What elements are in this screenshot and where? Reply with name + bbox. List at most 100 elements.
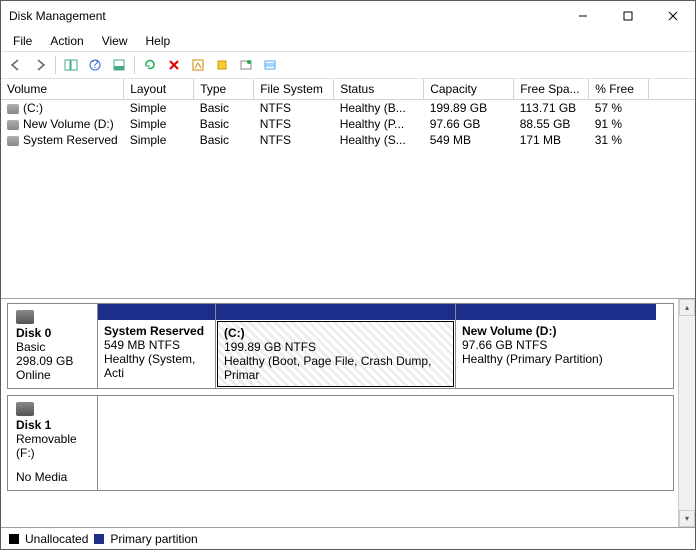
table-cell: 97.66 GB <box>424 116 514 132</box>
maximize-button[interactable] <box>605 1 650 31</box>
disk-meta: No Media <box>16 470 89 484</box>
disk-name: Disk 1 <box>16 418 51 432</box>
partition-title: (C:) <box>224 326 245 340</box>
forward-button[interactable] <box>29 54 51 76</box>
disk-management-window: Disk Management File Action View Help ? … <box>0 0 696 550</box>
titlebar: Disk Management <box>1 1 695 31</box>
volume-icon <box>7 136 19 146</box>
svg-text:?: ? <box>92 58 99 71</box>
table-cell: NTFS <box>254 116 334 132</box>
legend-unallocated: Unallocated <box>25 532 88 546</box>
primary-swatch <box>94 534 104 544</box>
separator <box>134 56 135 74</box>
disk-meta: 298.09 GB <box>16 354 89 368</box>
list-icon[interactable] <box>259 54 281 76</box>
column-header[interactable]: File System <box>254 79 334 100</box>
scroll-up-icon[interactable]: ▴ <box>679 299 695 316</box>
delete-icon[interactable] <box>163 54 185 76</box>
table-cell: 113.71 GB <box>514 100 589 117</box>
partition[interactable]: (C:)199.89 GB NTFSHealthy (Boot, Page Fi… <box>216 304 456 388</box>
partition-body: System Reserved549 MB NTFSHealthy (Syste… <box>98 320 215 388</box>
partition-status: Healthy (Primary Partition) <box>462 352 650 366</box>
table-cell: 88.55 GB <box>514 116 589 132</box>
partition-size: 549 MB NTFS <box>104 338 209 352</box>
volume-icon <box>7 104 19 114</box>
partition-title: System Reserved <box>104 324 204 338</box>
scroll-down-icon[interactable]: ▾ <box>679 510 695 527</box>
column-header[interactable]: Layout <box>124 79 194 100</box>
partition-body: (C:)199.89 GB NTFSHealthy (Boot, Page Fi… <box>217 321 454 387</box>
refresh-icon[interactable] <box>139 54 161 76</box>
disk-meta: Removable (F:) <box>16 432 89 460</box>
close-button[interactable] <box>650 1 695 31</box>
table-cell: 199.89 GB <box>424 100 514 117</box>
disk-label[interactable]: Disk 1Removable (F:) No Media <box>8 396 98 490</box>
partition-status: Healthy (Boot, Page File, Crash Dump, Pr… <box>224 354 447 382</box>
table-row[interactable]: System ReservedSimpleBasicNTFSHealthy (S… <box>1 132 695 148</box>
table-cell: Healthy (S... <box>334 132 424 148</box>
properties-icon[interactable] <box>187 54 209 76</box>
partition[interactable]: New Volume (D:)97.66 GB NTFSHealthy (Pri… <box>456 304 656 388</box>
table-row[interactable]: (C:)SimpleBasicNTFSHealthy (B...199.89 G… <box>1 100 695 117</box>
partitions-container: System Reserved549 MB NTFSHealthy (Syste… <box>98 304 673 388</box>
table-cell: NTFS <box>254 100 334 117</box>
partition[interactable]: System Reserved549 MB NTFSHealthy (Syste… <box>98 304 216 388</box>
table-cell: Basic <box>194 132 254 148</box>
partition-status: Healthy (System, Acti <box>104 352 209 380</box>
table-cell: 171 MB <box>514 132 589 148</box>
partitions-container <box>98 396 673 490</box>
legend-primary: Primary partition <box>110 532 197 546</box>
column-header[interactable]: Free Spa... <box>514 79 589 100</box>
column-header[interactable]: Type <box>194 79 254 100</box>
menu-file[interactable]: File <box>5 32 40 50</box>
vertical-scrollbar[interactable]: ▴ ▾ <box>678 299 695 527</box>
back-button[interactable] <box>5 54 27 76</box>
volume-icon <box>7 120 19 130</box>
table-cell: 57 % <box>589 100 649 117</box>
volume-list[interactable]: VolumeLayoutTypeFile SystemStatusCapacit… <box>1 79 695 299</box>
table-cell: Basic <box>194 100 254 117</box>
partition-header-bar <box>216 304 455 320</box>
partition-header-bar <box>98 304 215 320</box>
table-cell: 91 % <box>589 116 649 132</box>
window-title: Disk Management <box>9 9 560 23</box>
disk-row: Disk 0Basic298.09 GBOnlineSystem Reserve… <box>7 303 674 389</box>
table-cell: 31 % <box>589 132 649 148</box>
table-cell: Healthy (P... <box>334 116 424 132</box>
menu-view[interactable]: View <box>94 32 136 50</box>
show-hide-console-tree-icon[interactable] <box>60 54 82 76</box>
table-cell: NTFS <box>254 132 334 148</box>
column-header[interactable]: Capacity <box>424 79 514 100</box>
disk-meta: Online <box>16 368 89 382</box>
table-cell: New Volume (D:) <box>1 116 124 132</box>
table-cell: Basic <box>194 116 254 132</box>
column-header[interactable]: % Free <box>589 79 649 100</box>
column-header[interactable]: Volume <box>1 79 124 100</box>
disk-graphical-view: Disk 0Basic298.09 GBOnlineSystem Reserve… <box>1 299 695 527</box>
menu-action[interactable]: Action <box>42 32 91 50</box>
table-cell: (C:) <box>1 100 124 117</box>
menubar: File Action View Help <box>1 31 695 51</box>
table-cell: 549 MB <box>424 132 514 148</box>
toolbar: ? <box>1 51 695 79</box>
menu-help[interactable]: Help <box>138 32 179 50</box>
table-cell: System Reserved <box>1 132 124 148</box>
separator <box>55 56 56 74</box>
unallocated-swatch <box>9 534 19 544</box>
partition-title: New Volume (D:) <box>462 324 556 338</box>
disk-meta: Basic <box>16 340 89 354</box>
minimize-button[interactable] <box>560 1 605 31</box>
help-icon[interactable]: ? <box>84 54 106 76</box>
table-cell: Simple <box>124 132 194 148</box>
disk-label[interactable]: Disk 0Basic298.09 GBOnline <box>8 304 98 388</box>
disk-icon <box>16 310 34 324</box>
table-row[interactable]: New Volume (D:)SimpleBasicNTFSHealthy (P… <box>1 116 695 132</box>
action-icon[interactable] <box>235 54 257 76</box>
table-cell: Simple <box>124 116 194 132</box>
partition-body: New Volume (D:)97.66 GB NTFSHealthy (Pri… <box>456 320 656 388</box>
new-icon[interactable] <box>211 54 233 76</box>
table-cell <box>649 116 695 132</box>
scroll-track[interactable] <box>679 316 695 510</box>
settings-bottom-icon[interactable] <box>108 54 130 76</box>
column-header[interactable]: Status <box>334 79 424 100</box>
